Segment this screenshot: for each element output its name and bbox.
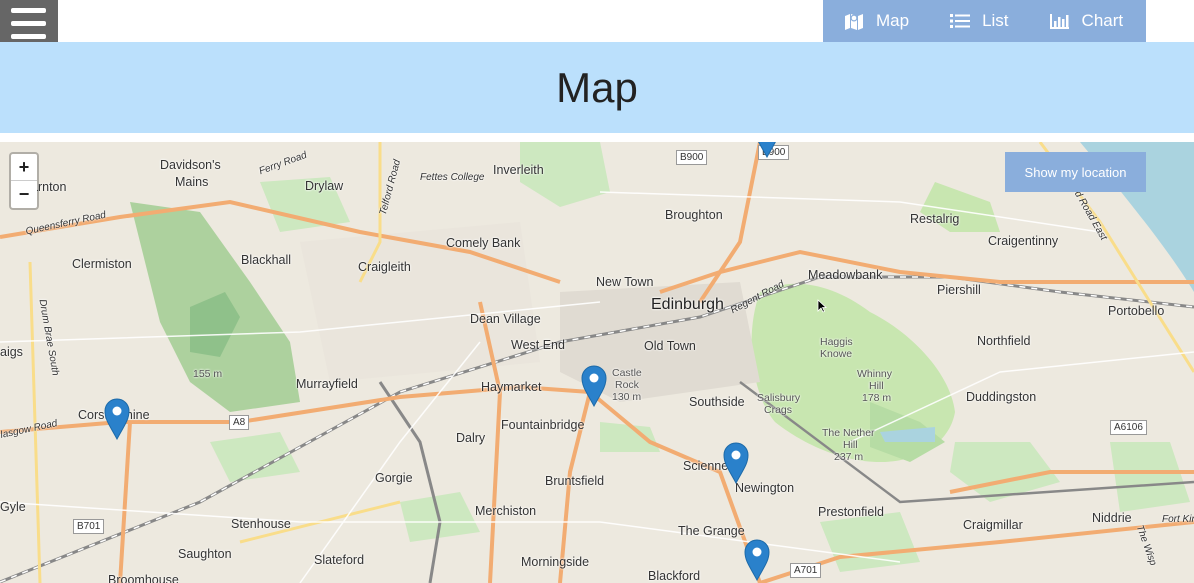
map-label: 130 m xyxy=(612,391,642,403)
show-my-location-button[interactable]: Show my location xyxy=(1005,152,1146,192)
map-label: Clermiston xyxy=(72,257,132,271)
map-label: Saughton xyxy=(178,547,232,561)
map-label: Craigleith xyxy=(358,260,411,274)
map-label: Broomhouse xyxy=(108,573,179,583)
map-icon xyxy=(845,14,863,30)
map-label: Morningside xyxy=(521,555,590,569)
map-marker-icon[interactable] xyxy=(723,442,749,484)
map-view[interactable]: Davidson's Mains Drylaw Inverleith Broug… xyxy=(0,142,1194,583)
map-label: Mains xyxy=(175,175,209,189)
map-label: Stenhouse xyxy=(231,517,291,531)
map-label: Restalrig xyxy=(910,212,960,226)
road-label: B900 xyxy=(676,150,708,165)
hamburger-icon xyxy=(11,8,46,13)
map-label: Gyle xyxy=(0,500,26,514)
map-label: Inverleith xyxy=(493,163,544,177)
map-label: Davidson's xyxy=(160,158,221,172)
map-label: Dean Village xyxy=(470,312,541,326)
map-label: Broughton xyxy=(665,208,723,222)
map-tiles xyxy=(0,142,1194,583)
map-label: West End xyxy=(511,338,565,352)
map-label: Fountainbridge xyxy=(501,418,585,432)
map-label: Hill xyxy=(869,380,884,392)
map-label: Salisbury xyxy=(757,392,801,404)
map-label: Slateford xyxy=(314,553,365,567)
nav-map[interactable]: Map xyxy=(844,0,909,42)
map-marker-icon[interactable] xyxy=(744,539,770,581)
map-label: Blackford xyxy=(648,569,701,583)
map-label: Edinburgh xyxy=(651,296,724,313)
map-marker-icon[interactable] xyxy=(754,142,780,158)
map-label: Piershill xyxy=(937,283,981,297)
map-label: Haymarket xyxy=(481,380,542,394)
map-label: Dalry xyxy=(456,431,486,445)
map-label: Duddingston xyxy=(966,390,1037,404)
map-label: The Nether xyxy=(822,427,875,439)
page-header: Map xyxy=(0,42,1194,133)
map-label: Craigentinny xyxy=(988,234,1059,248)
nav-list[interactable]: List xyxy=(950,0,1009,42)
map-label: Blackhall xyxy=(241,253,292,267)
map-label: Fettes College xyxy=(420,172,485,183)
map-label: 155 m xyxy=(193,368,223,380)
road-label: A8 xyxy=(229,415,250,430)
map-label: Drylaw xyxy=(305,179,344,193)
cursor-icon xyxy=(817,299,827,313)
map-marker-icon[interactable] xyxy=(581,365,607,407)
road-label: A6106 xyxy=(1110,420,1147,435)
nav-bar: Map List Chart xyxy=(823,0,1146,42)
map-label: Niddrie xyxy=(1092,511,1132,525)
map-label: Castle xyxy=(612,367,642,379)
map-label: The Grange xyxy=(678,524,745,538)
zoom-control: + − xyxy=(9,152,39,210)
nav-chart[interactable]: Chart xyxy=(1049,0,1124,42)
map-label: Old Town xyxy=(644,339,696,353)
map-label: Fort Kin xyxy=(1162,514,1194,525)
map-label: Northfield xyxy=(977,334,1031,348)
hamburger-line xyxy=(11,34,46,39)
map-label: 237 m xyxy=(834,451,864,463)
map-label: Southside xyxy=(689,395,745,409)
map-label: Gorgie xyxy=(375,471,413,485)
map-label: Rock xyxy=(615,379,639,391)
map-label: Whinny xyxy=(857,368,893,380)
top-bar: Map List Chart xyxy=(0,0,1194,49)
map-label: Meadowbank xyxy=(808,268,883,282)
nav-map-label: Map xyxy=(876,11,910,30)
road-label: A701 xyxy=(790,563,822,578)
map-label: Hill xyxy=(843,439,858,451)
map-label: Haggis Knowe xyxy=(820,336,853,360)
nav-chart-label: Chart xyxy=(1081,11,1124,30)
map-label: aigs xyxy=(0,345,23,359)
map-label: Prestonfield xyxy=(818,505,885,519)
hamburger-line xyxy=(11,21,46,26)
zoom-out-button[interactable]: − xyxy=(11,181,37,207)
page-title: Map xyxy=(556,63,638,111)
map-label: Merchiston xyxy=(475,504,537,518)
map-label: Bruntsfield xyxy=(545,474,605,488)
map-label: 178 m xyxy=(862,392,892,404)
map-label: Comely Bank xyxy=(446,236,521,250)
road-label: B701 xyxy=(73,519,105,534)
list-icon xyxy=(950,14,971,28)
nav-list-label: List xyxy=(982,11,1009,30)
chart-icon xyxy=(1049,14,1069,29)
map-label: Murrayfield xyxy=(296,377,358,391)
map-label: Crags xyxy=(764,404,793,416)
map-label: New Town xyxy=(596,275,654,289)
zoom-in-button[interactable]: + xyxy=(11,154,37,181)
map-label: Craigmillar xyxy=(963,518,1023,532)
map-marker-icon[interactable] xyxy=(104,398,130,440)
map-label: Portobello xyxy=(1108,304,1165,318)
